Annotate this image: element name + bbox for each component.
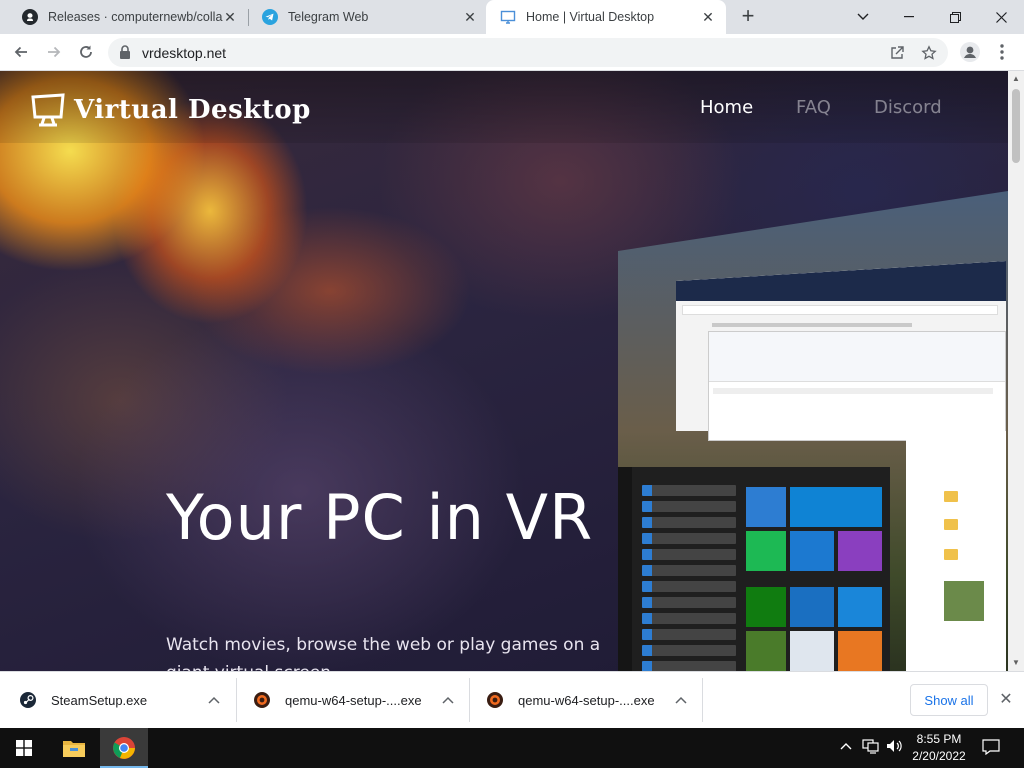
back-button[interactable] (9, 40, 33, 64)
minimize-button[interactable] (886, 0, 932, 34)
telegram-icon (262, 9, 278, 25)
download-divider (469, 678, 470, 722)
clock-time: 8:55 PM (916, 732, 962, 746)
tab-releases[interactable]: Releases · computernewb/collab ✕ (8, 0, 248, 34)
tab-title: Releases · computernewb/collab (48, 10, 223, 24)
windows-taskbar: 8:55 PM 2/20/2022 (0, 728, 1024, 768)
download-filename: qemu-w64-setup-....exe (285, 692, 422, 708)
taskbar-clock[interactable]: 8:55 PM 2/20/2022 (904, 731, 974, 765)
close-window-button[interactable] (978, 0, 1024, 34)
chevron-up-icon[interactable] (440, 692, 456, 708)
tab-search-icon[interactable] (840, 0, 886, 34)
qemu-icon (487, 692, 503, 708)
tab-strip: Releases · computernewb/collab ✕ Telegra… (0, 0, 1024, 34)
profile-avatar-icon[interactable] (958, 40, 982, 64)
hero-subtitle: Watch movies, browse the web or play gam… (166, 635, 601, 671)
tab-title: Home | Virtual Desktop (526, 10, 655, 24)
tray-overflow-chevron-icon[interactable] (840, 738, 852, 753)
chevron-up-icon[interactable] (206, 692, 222, 708)
download-divider (236, 678, 237, 722)
site-logo[interactable]: Virtual Desktop (30, 93, 311, 127)
nav-discord[interactable]: Discord (874, 97, 942, 118)
scroll-down-arrow-icon[interactable]: ▼ (1008, 655, 1024, 671)
monitor-logo-icon (31, 93, 65, 127)
downloads-shelf: SteamSetup.exe qemu-w64-setup-....exe qe… (0, 671, 1024, 728)
site-logo-text: Virtual Desktop (74, 95, 311, 125)
tab-telegram[interactable]: Telegram Web ✕ (248, 0, 488, 34)
chrome-taskbar-icon[interactable] (100, 728, 148, 768)
download-filename: qemu-w64-setup-....exe (518, 692, 655, 708)
forward-arrow-icon (48, 46, 61, 58)
scrollbar-thumb[interactable] (1012, 89, 1020, 163)
share-icon[interactable] (888, 44, 906, 62)
show-all-downloads-button[interactable]: Show all (910, 684, 988, 716)
hero-title: Your PC in VR (166, 481, 594, 554)
back-arrow-icon (14, 46, 27, 58)
web-page: Virtual Desktop Home FAQ Discord Your PC… (0, 71, 1008, 671)
clock-date: 2/20/2022 (912, 749, 966, 763)
download-filename: SteamSetup.exe (51, 692, 148, 708)
vr-desktop-preview-image (618, 191, 1008, 671)
github-icon (22, 9, 38, 25)
bookmark-star-icon[interactable] (920, 44, 938, 62)
reload-icon (80, 45, 92, 58)
tab-title: Telegram Web (288, 10, 369, 24)
chevron-up-icon[interactable] (673, 692, 689, 708)
restore-button[interactable] (932, 0, 978, 34)
network-icon[interactable] (862, 738, 880, 757)
download-item[interactable]: qemu-w64-setup-....exe (487, 680, 697, 720)
url-text: vrdesktop.net (142, 45, 227, 61)
menu-kebab-icon[interactable] (990, 40, 1014, 64)
close-tab-icon[interactable]: ✕ (462, 9, 478, 25)
close-tab-icon[interactable]: ✕ (222, 9, 238, 25)
browser-toolbar: vrdesktop.net (0, 34, 1024, 71)
file-explorer-icon[interactable] (50, 728, 98, 768)
nav-faq[interactable]: FAQ (796, 97, 831, 118)
address-bar[interactable]: vrdesktop.net (108, 38, 948, 67)
tab-virtual-desktop[interactable]: Home | Virtual Desktop ✕ (486, 0, 726, 34)
page-scrollbar[interactable]: ▲ ▼ (1008, 71, 1024, 671)
forward-button[interactable] (42, 40, 66, 64)
lock-icon[interactable] (119, 45, 131, 64)
steam-icon (20, 692, 36, 708)
site-header: Virtual Desktop Home FAQ Discord (0, 71, 1008, 143)
nav-home[interactable]: Home (700, 97, 753, 118)
download-divider (702, 678, 703, 722)
qemu-icon (254, 692, 270, 708)
monitor-icon (500, 9, 516, 25)
close-shelf-icon[interactable]: ✕ (996, 690, 1016, 710)
reload-button[interactable] (74, 40, 98, 64)
volume-icon[interactable] (886, 738, 904, 757)
new-tab-button[interactable]: + (736, 5, 760, 29)
download-item[interactable]: SteamSetup.exe (20, 680, 230, 720)
download-item[interactable]: qemu-w64-setup-....exe (254, 680, 464, 720)
windows-start-icon[interactable] (0, 728, 48, 768)
scroll-up-arrow-icon[interactable]: ▲ (1008, 71, 1024, 87)
close-tab-icon[interactable]: ✕ (700, 9, 716, 25)
notifications-icon[interactable] (982, 739, 1000, 758)
